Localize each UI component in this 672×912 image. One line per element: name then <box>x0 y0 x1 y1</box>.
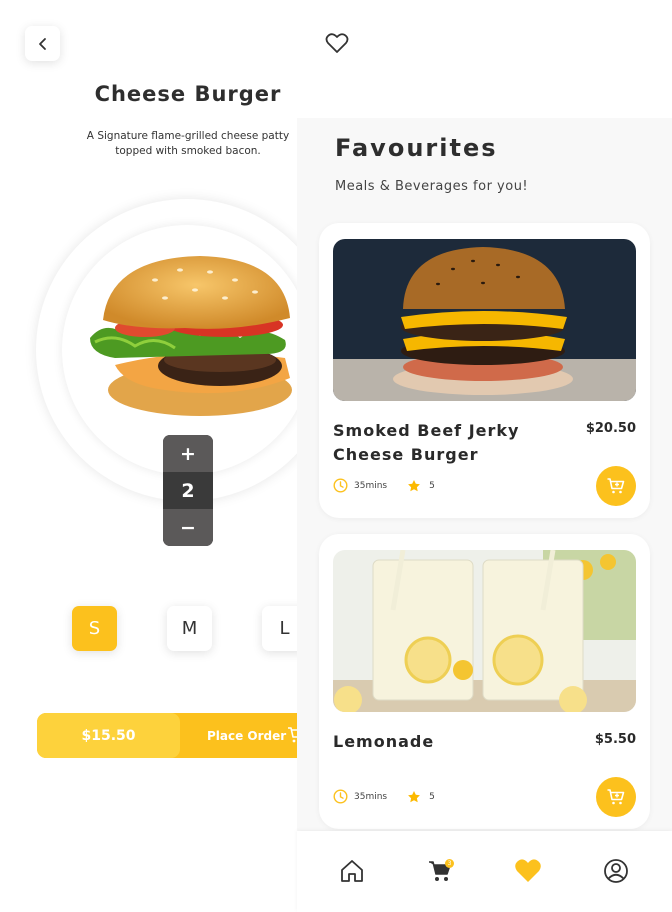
profile-icon <box>604 859 628 883</box>
quantity-stepper: + 2 − <box>163 435 213 546</box>
favourites-screen: Favourites Meals & Beverages for you! Sm… <box>297 0 672 912</box>
item-price: $5.50 <box>594 732 636 747</box>
add-to-cart-button[interactable] <box>596 466 636 506</box>
page-title: Favourites <box>335 134 498 162</box>
increase-quantity-button[interactable]: + <box>163 435 213 472</box>
rating-value: 5 <box>429 480 435 491</box>
burger-image <box>90 256 292 416</box>
nav-home[interactable] <box>337 856 367 886</box>
product-description: A Signature flame-grilled cheese patty t… <box>86 130 290 157</box>
item-name: Smoked Beef Jerky Cheese Burger <box>333 421 520 464</box>
item-price: $20.50 <box>585 421 636 436</box>
total-price: $15.50 <box>37 713 180 758</box>
header-area <box>297 0 672 118</box>
favourite-card[interactable]: Smoked Beef Jerky Cheese Burger $20.50 3… <box>319 223 650 518</box>
bottom-navigation: 3 <box>297 831 672 912</box>
back-button[interactable] <box>25 26 60 61</box>
heart-icon <box>515 859 541 882</box>
add-to-cart-icon <box>607 789 625 805</box>
item-meta: 35mins 5 <box>333 478 435 493</box>
star-icon <box>408 790 421 802</box>
lemonade-glasses-photo <box>333 550 636 712</box>
page-subtitle: Meals & Beverages for you! <box>335 179 529 194</box>
decrease-quantity-button[interactable]: − <box>163 509 213 546</box>
app-screen: Cheese Burger A Signature flame-grilled … <box>0 0 672 912</box>
clock-icon <box>333 789 348 804</box>
rating-value: 5 <box>429 791 435 802</box>
prep-time: 35mins <box>354 480 388 491</box>
clock-icon <box>333 478 348 493</box>
item-name: Lemonade <box>333 732 435 751</box>
place-order-button[interactable]: Place Order <box>207 713 286 758</box>
place-order-bar[interactable]: $15.50 Place Order <box>37 713 337 758</box>
double-cheeseburger-photo <box>333 239 636 401</box>
prep-time: 35mins <box>354 791 388 802</box>
size-option-m[interactable]: M <box>167 606 212 651</box>
home-icon <box>341 860 363 882</box>
nav-cart[interactable]: 3 <box>425 856 455 886</box>
cart-badge: 3 <box>445 859 454 868</box>
favourite-card[interactable]: Lemonade $5.50 35mins 5 <box>319 534 650 829</box>
nav-profile[interactable] <box>601 856 631 886</box>
item-meta: 35mins 5 <box>333 789 435 804</box>
star-icon <box>408 479 421 491</box>
size-option-s[interactable]: S <box>72 606 117 651</box>
heart-outline-icon[interactable] <box>325 32 349 54</box>
chevron-left-icon <box>38 37 46 50</box>
product-detail-screen: Cheese Burger A Signature flame-grilled … <box>0 0 338 912</box>
add-to-cart-icon <box>607 478 625 494</box>
quantity-value: 2 <box>181 479 195 502</box>
add-to-cart-button[interactable] <box>596 777 636 817</box>
nav-favourites[interactable] <box>513 856 543 886</box>
